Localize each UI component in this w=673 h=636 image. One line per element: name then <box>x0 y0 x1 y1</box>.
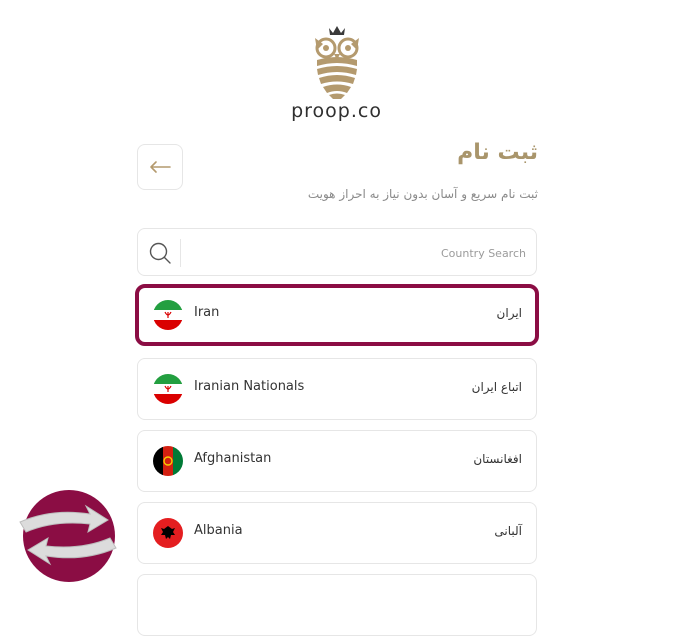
albania-flag-icon <box>153 518 183 548</box>
country-name-fa: آلبانی <box>494 524 522 538</box>
country-name-en: Albania <box>194 523 243 538</box>
brand-name: proop.co <box>291 100 382 122</box>
country-item-albania[interactable]: Albania آلبانی <box>137 502 537 564</box>
page-subtitle: ثبت نام سریع و آسان بدون نیاز به احراز ه… <box>307 187 538 201</box>
country-name-fa: افغانستان <box>473 452 522 466</box>
arrow-left-icon <box>150 161 171 173</box>
country-name-en: Afghanistan <box>194 451 272 466</box>
search-divider <box>180 239 181 267</box>
page-title: ثبت نام <box>457 140 538 165</box>
country-name-en: Iranian Nationals <box>194 379 305 394</box>
country-item-iranian-nationals[interactable]: Iranian Nationals اتباع ایران <box>137 358 537 420</box>
logo <box>0 24 673 100</box>
country-item-afghanistan[interactable]: Afghanistan افغانستان <box>137 430 537 492</box>
country-name-fa: اتباع ایران <box>471 380 522 394</box>
afghanistan-flag-icon <box>153 446 183 476</box>
country-search-input[interactable] <box>188 237 528 269</box>
country-search-box[interactable] <box>137 228 537 276</box>
country-name-en: Iran <box>194 305 220 320</box>
owl-logo-icon <box>314 26 359 99</box>
iran-flag-icon <box>153 300 183 330</box>
country-name-fa: ایران <box>496 306 522 320</box>
search-icon[interactable] <box>148 241 172 265</box>
back-button[interactable] <box>137 144 183 190</box>
country-item-iran[interactable]: Iran ایران <box>135 284 539 346</box>
refresh-widget-icon[interactable] <box>12 488 122 584</box>
iran-flag-icon <box>153 374 183 404</box>
country-item-partial[interactable] <box>137 574 537 636</box>
